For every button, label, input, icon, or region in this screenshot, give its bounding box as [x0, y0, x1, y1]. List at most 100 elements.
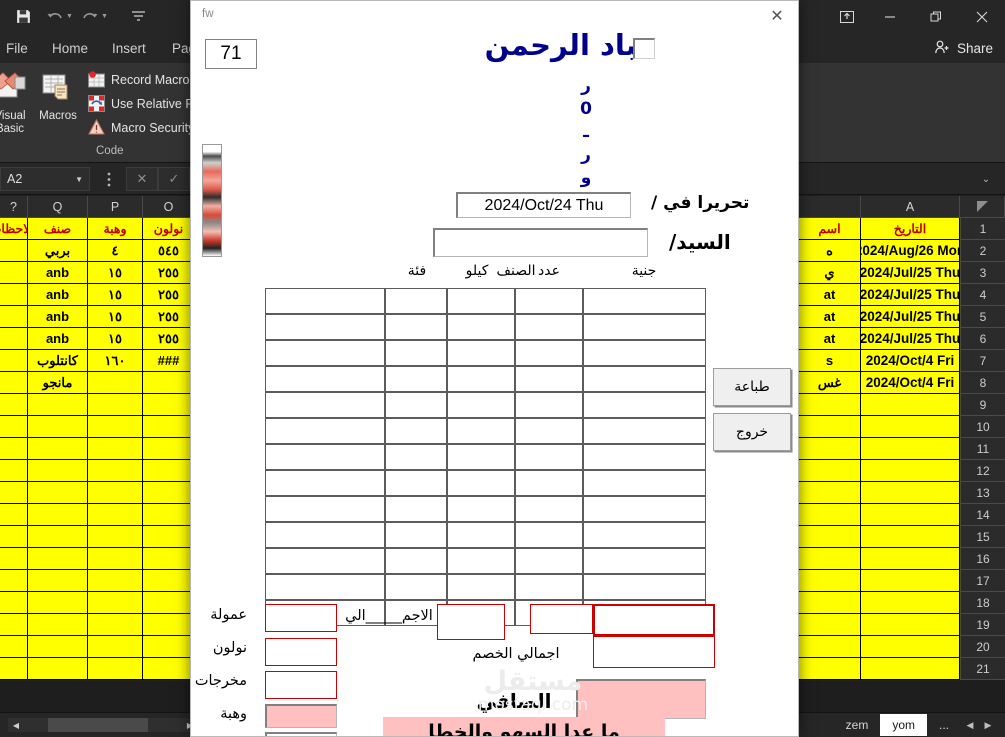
horizontal-scrollbar[interactable]: ◀ ▶: [8, 718, 198, 732]
grid-cell[interactable]: anb: [28, 328, 88, 350]
grid-cell[interactable]: [861, 592, 960, 614]
expand-formula-bar-icon[interactable]: ⌄: [975, 167, 997, 191]
items-table-cell[interactable]: [265, 418, 385, 444]
items-table-cell[interactable]: [385, 366, 447, 392]
share-button[interactable]: Share: [934, 33, 993, 63]
items-table-cell[interactable]: [583, 574, 706, 600]
grid-cell[interactable]: [799, 592, 861, 614]
items-table-cell[interactable]: [447, 314, 515, 340]
grid-cell[interactable]: [861, 460, 960, 482]
select-all-corner[interactable]: [960, 196, 1005, 218]
grid-cell[interactable]: [799, 614, 861, 636]
grid-cell[interactable]: [0, 592, 28, 614]
items-table-cell[interactable]: [385, 496, 447, 522]
grid-cell[interactable]: [143, 570, 195, 592]
print-button[interactable]: طباعة: [713, 368, 791, 406]
items-table-cell[interactable]: [583, 366, 706, 392]
items-table-cell[interactable]: [583, 522, 706, 548]
grid-cell[interactable]: [143, 526, 195, 548]
grid-cell[interactable]: [0, 262, 28, 284]
grid-cell[interactable]: ٢٥٥: [143, 284, 195, 306]
column-header-O[interactable]: O: [143, 196, 195, 218]
row-header[interactable]: 10: [960, 416, 1005, 438]
row-header[interactable]: 11: [960, 438, 1005, 460]
row-header[interactable]: 4: [960, 284, 1005, 306]
total-amount-field[interactable]: [593, 604, 715, 636]
grid-cell[interactable]: anb: [28, 306, 88, 328]
items-table-cell[interactable]: [515, 392, 583, 418]
column-header-B[interactable]: [799, 196, 861, 218]
row-header[interactable]: 9: [960, 394, 1005, 416]
grid-cell[interactable]: [88, 636, 143, 658]
sheet-nav-next-icon[interactable]: ▶: [979, 714, 997, 736]
grid-cell[interactable]: [28, 636, 88, 658]
grid-cell[interactable]: [0, 658, 28, 680]
grid-cell[interactable]: [28, 460, 88, 482]
row-header[interactable]: 3: [960, 262, 1005, 284]
grid-cell[interactable]: [88, 658, 143, 680]
grid-cell[interactable]: [143, 658, 195, 680]
serial-number-field[interactable]: 71: [205, 39, 257, 69]
tab-file[interactable]: File: [6, 33, 28, 63]
row-header[interactable]: 21: [960, 658, 1005, 680]
grid-cell[interactable]: [799, 570, 861, 592]
sheet-nav-prev-icon[interactable]: ◀: [961, 714, 979, 736]
row-header[interactable]: 2: [960, 240, 1005, 262]
grid-cell[interactable]: [88, 548, 143, 570]
grid-cell[interactable]: ###: [143, 350, 195, 372]
items-table-cell[interactable]: [515, 340, 583, 366]
items-table-cell[interactable]: [447, 470, 515, 496]
grid-cell[interactable]: [799, 526, 861, 548]
grid-cell[interactable]: بربي: [28, 240, 88, 262]
minimize-button[interactable]: [867, 0, 913, 33]
save-icon[interactable]: [8, 4, 38, 30]
items-table-cell[interactable]: [385, 548, 447, 574]
grid-cell[interactable]: [799, 438, 861, 460]
column-header-R[interactable]: ?: [0, 196, 28, 218]
grid-cell[interactable]: [0, 548, 28, 570]
grid-cell[interactable]: ١٥: [88, 262, 143, 284]
grid-cell[interactable]: [861, 394, 960, 416]
grid-cell[interactable]: [143, 438, 195, 460]
grid-cell[interactable]: 2024/Aug/26 Mon: [861, 240, 960, 262]
column-title-cell[interactable]: نولون: [143, 218, 195, 240]
column-header-A[interactable]: A: [861, 196, 960, 218]
ribbon-display-options-icon[interactable]: [827, 0, 867, 33]
items-table-cell[interactable]: [265, 574, 385, 600]
items-table-cell[interactable]: [385, 444, 447, 470]
row-header[interactable]: 14: [960, 504, 1005, 526]
grid-cell[interactable]: [799, 504, 861, 526]
grid-cell[interactable]: 2024/Jul/25 Thu: [861, 262, 960, 284]
macros-button[interactable]: Macros: [30, 69, 86, 123]
row-header[interactable]: 12: [960, 460, 1005, 482]
items-table-cell[interactable]: [385, 288, 447, 314]
tab-insert[interactable]: Insert: [112, 33, 146, 63]
date-field[interactable]: 2024/Oct/24 Thu: [456, 192, 631, 218]
items-table-cell[interactable]: [447, 340, 515, 366]
grid-cell[interactable]: [861, 482, 960, 504]
grid-cell[interactable]: anb: [28, 284, 88, 306]
items-table-cell[interactable]: [265, 288, 385, 314]
grid-cell[interactable]: ي: [799, 262, 861, 284]
grid-cell[interactable]: [0, 240, 28, 262]
scrollbar-thumb[interactable]: [48, 718, 148, 732]
grid-cell[interactable]: [143, 592, 195, 614]
items-table-cell[interactable]: [583, 548, 706, 574]
items-table-cell[interactable]: [583, 288, 706, 314]
grid-cell[interactable]: [0, 526, 28, 548]
items-table-cell[interactable]: [515, 470, 583, 496]
items-table-cell[interactable]: [385, 470, 447, 496]
row-header[interactable]: 19: [960, 614, 1005, 636]
items-table-cell[interactable]: [583, 314, 706, 340]
items-table-cell[interactable]: [583, 470, 706, 496]
grid-cell[interactable]: 2024/Jul/25 Thu: [861, 284, 960, 306]
grid-cell[interactable]: [28, 592, 88, 614]
items-table-cell[interactable]: [515, 366, 583, 392]
grid-cell[interactable]: [88, 592, 143, 614]
items-table-cell[interactable]: [447, 288, 515, 314]
grid-cell[interactable]: كانتلوب: [28, 350, 88, 372]
items-table-cell[interactable]: [447, 574, 515, 600]
grid-cell[interactable]: [861, 416, 960, 438]
grid-cell[interactable]: at: [799, 306, 861, 328]
grid-cell[interactable]: [88, 394, 143, 416]
